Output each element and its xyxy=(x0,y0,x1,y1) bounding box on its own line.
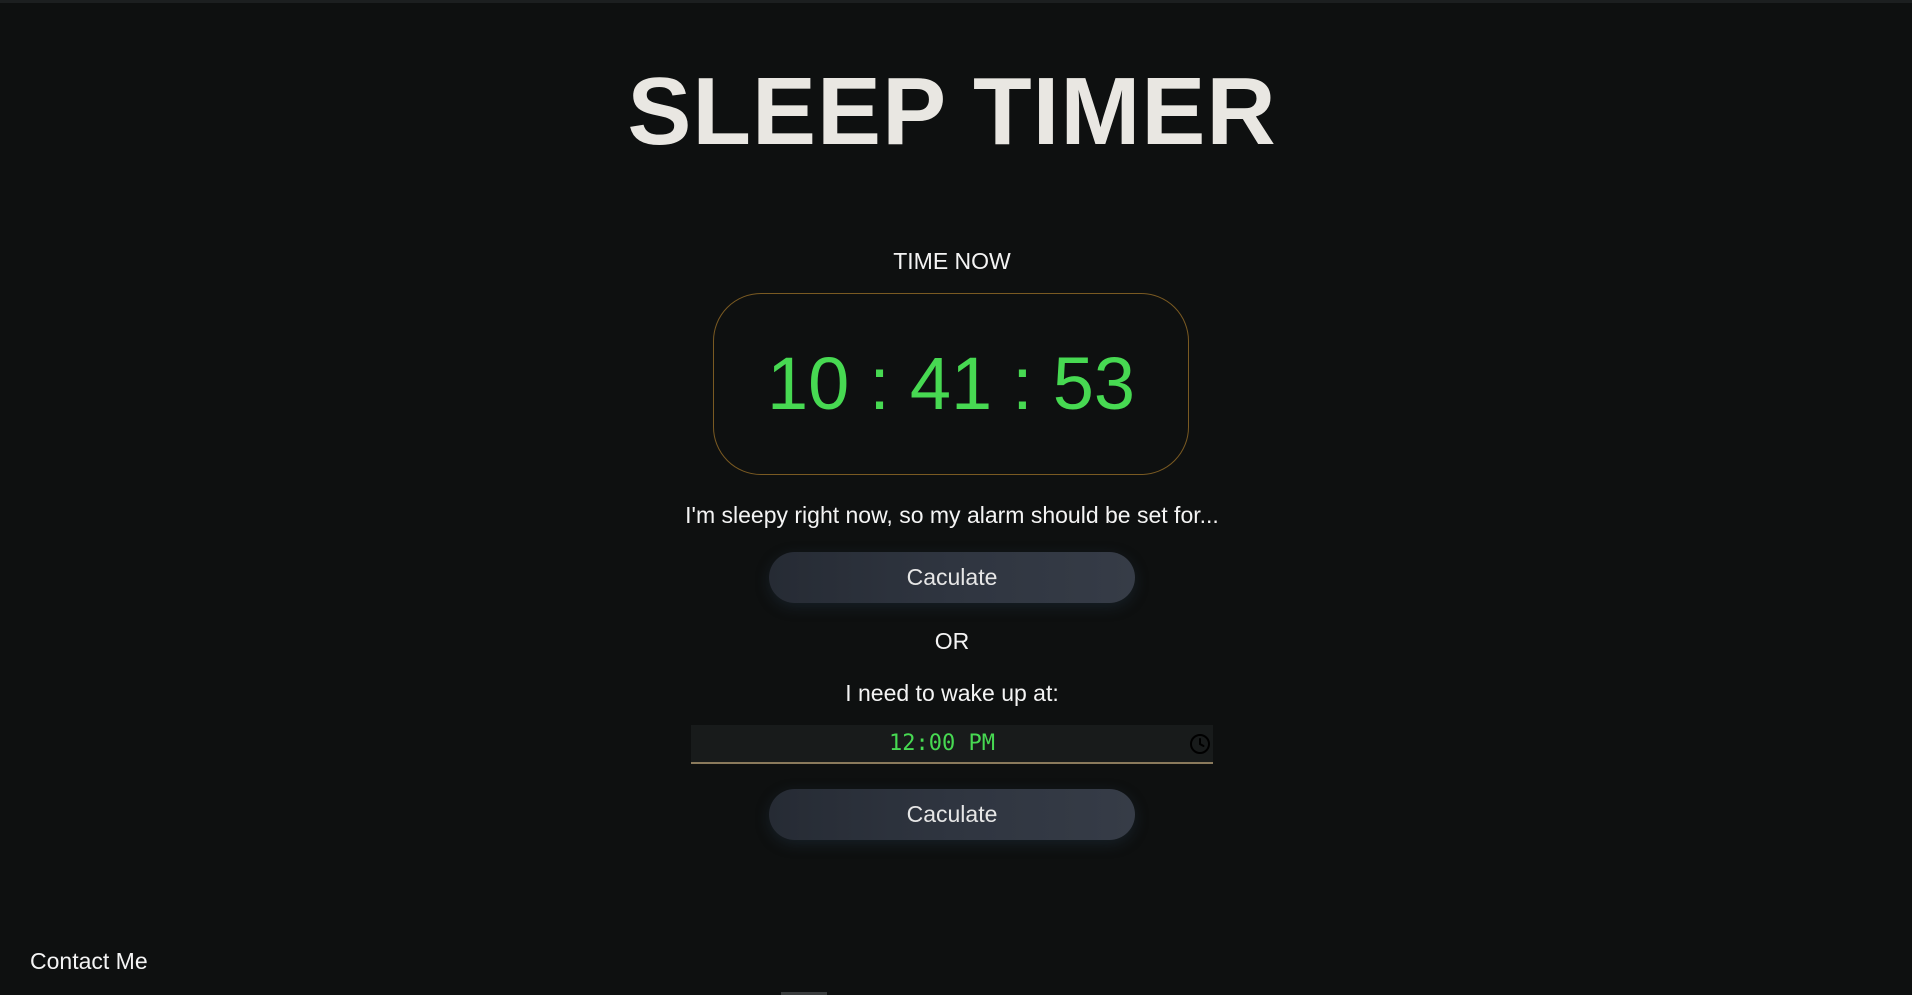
top-border xyxy=(0,0,1912,3)
clock-separator: : xyxy=(869,342,890,425)
wake-up-label: I need to wake up at: xyxy=(845,680,1059,706)
or-divider-text: OR xyxy=(934,628,970,654)
clock-seconds: 53 xyxy=(1052,342,1136,425)
time-now-label: TIME NOW xyxy=(893,248,1011,274)
page-title: SLEEP TIMER xyxy=(627,58,1277,165)
calculate-sleep-now-button[interactable]: Caculate xyxy=(769,552,1135,603)
wake-time-input[interactable]: 12:00 PM xyxy=(691,725,1213,764)
sleepy-now-text: I'm sleepy right now, so my alarm should… xyxy=(685,502,1219,528)
clock-separator: : xyxy=(1012,342,1033,425)
clock-hours: 10 xyxy=(766,342,850,425)
clock-minutes: 41 xyxy=(909,342,993,425)
clock-icon[interactable] xyxy=(1189,733,1211,755)
calculate-wake-up-button[interactable]: Caculate xyxy=(769,789,1135,840)
current-time-display: 10 : 41 : 53 xyxy=(713,293,1189,475)
wake-time-value[interactable]: 12:00 PM xyxy=(691,725,1193,762)
contact-me-link[interactable]: Contact Me xyxy=(30,947,148,975)
